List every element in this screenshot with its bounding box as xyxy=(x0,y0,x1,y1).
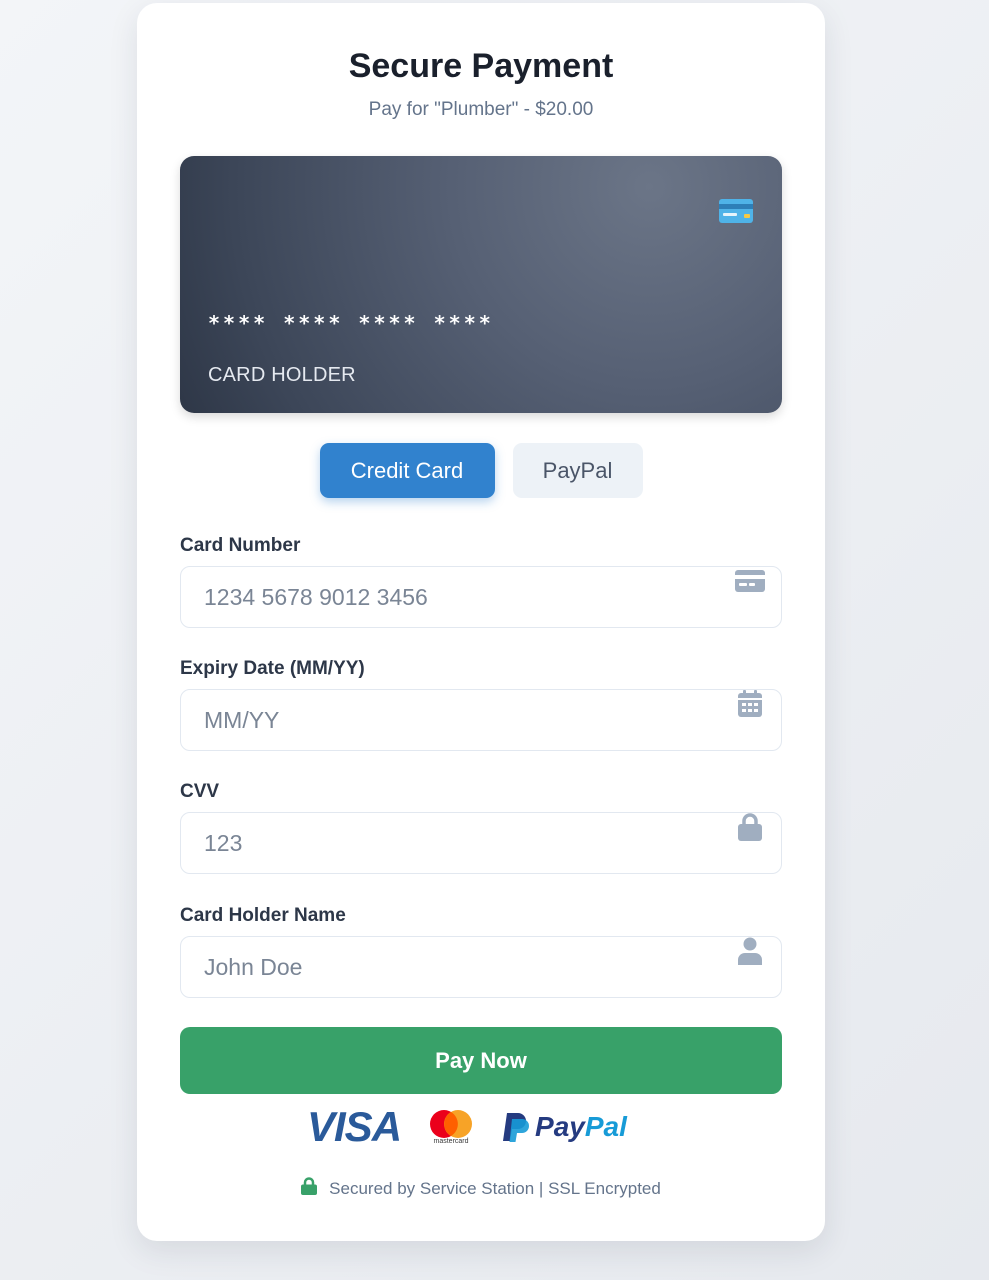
tab-credit-card[interactable]: Credit Card xyxy=(319,443,495,498)
paypal-logo: PayPal xyxy=(501,1111,627,1143)
holder-name-label: Card Holder Name xyxy=(180,905,346,926)
card-number-input[interactable] xyxy=(181,567,781,627)
card-number-field xyxy=(180,566,782,628)
credit-card-icon xyxy=(735,567,765,595)
page-subtitle: Pay for "Plumber" - $20.00 xyxy=(368,99,594,120)
lock-icon xyxy=(735,813,765,841)
mastercard-logo: mastercard xyxy=(427,1109,475,1145)
card-preview-holder: CARD HOLDER xyxy=(208,364,356,386)
holder-name-input[interactable] xyxy=(181,937,781,997)
page-title: Secure Payment xyxy=(348,47,614,85)
expiry-input[interactable] xyxy=(181,690,781,750)
tab-paypal[interactable]: PayPal xyxy=(512,443,643,498)
calendar-icon xyxy=(735,689,765,717)
payment-method-tabs: Credit Card PayPal xyxy=(137,443,825,498)
secure-notice: Secured by Service Station | SSL Encrypt… xyxy=(137,1177,825,1200)
payment-logos: VISA mastercard PayPal xyxy=(307,1103,627,1151)
lock-icon xyxy=(301,1177,318,1200)
secure-text: Secured by Service Station | SSL Encrypt… xyxy=(329,1178,661,1198)
expiry-label: Expiry Date (MM/YY) xyxy=(180,658,365,679)
visa-logo: VISA xyxy=(307,1103,402,1150)
card-preview-number: **** **** **** **** xyxy=(208,311,494,335)
pay-now-button[interactable]: Pay Now xyxy=(180,1027,782,1094)
cvv-input[interactable] xyxy=(181,813,781,873)
expiry-field xyxy=(180,689,782,751)
user-icon xyxy=(735,937,765,965)
payment-panel: Secure Payment Pay for "Plumber" - $20.0… xyxy=(137,3,825,1241)
card-preview: **** **** **** **** CARD HOLDER xyxy=(180,156,782,413)
card-number-label: Card Number xyxy=(180,535,301,556)
cvv-label: CVV xyxy=(180,781,220,802)
holder-name-field xyxy=(180,936,782,998)
cvv-field xyxy=(180,812,782,874)
credit-card-icon xyxy=(719,199,753,223)
